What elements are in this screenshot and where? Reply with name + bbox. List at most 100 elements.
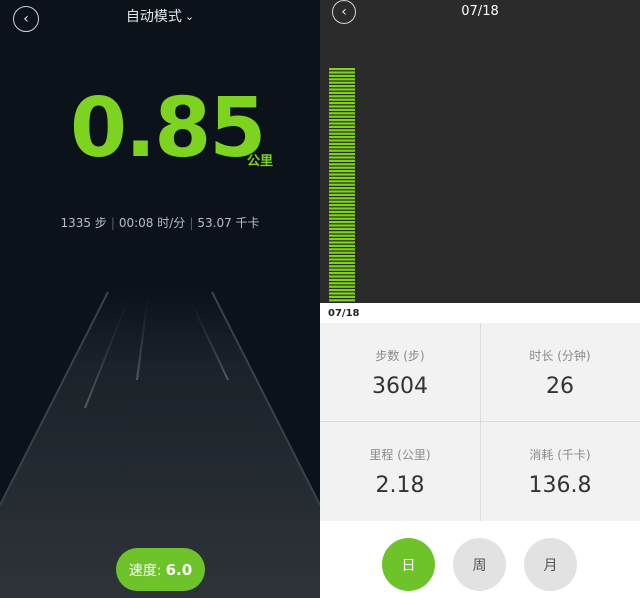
- bar-segment: [329, 227, 355, 230]
- bar-segment: [329, 163, 355, 166]
- bar-segment: [329, 102, 355, 105]
- chart-plot: [329, 68, 355, 302]
- period-day-button[interactable]: 日: [382, 538, 435, 591]
- stat-label: 步数 (步): [375, 349, 425, 363]
- bar-segment: [329, 234, 355, 237]
- bar-segment: [329, 112, 355, 115]
- bar-segment: [329, 221, 355, 224]
- period-selector: 日 周 月: [320, 521, 640, 598]
- bar-segment: [329, 122, 355, 125]
- steps-stat: 1335 步: [60, 216, 107, 230]
- steps-chart: ‹ 07/18: [320, 0, 640, 303]
- grid-divider: [480, 323, 481, 521]
- bar-segment: [329, 258, 355, 261]
- bar-segment: [329, 214, 355, 217]
- period-label: 月: [543, 557, 558, 574]
- bar-segment: [329, 210, 355, 213]
- bar-segment: [329, 105, 355, 108]
- bar-segment: [329, 166, 355, 169]
- bar-segment: [329, 268, 355, 271]
- bar-segment: [329, 91, 355, 94]
- bar-segment: [329, 159, 355, 162]
- stat-cell-calories: 消耗 (千卡) 136.8: [480, 422, 640, 520]
- bar-segment: [329, 125, 355, 128]
- bar-segment: [329, 193, 355, 196]
- speed-button[interactable]: 速度: 6.0: [116, 548, 205, 591]
- stat-value: 2.18: [375, 473, 425, 498]
- bar-segment: [329, 85, 355, 88]
- chevron-down-icon: ⌄: [184, 10, 195, 23]
- bar-segment: [329, 299, 355, 302]
- bar-segment: [329, 95, 355, 98]
- stat-label: 消耗 (千卡): [529, 448, 591, 462]
- bar-segment: [329, 285, 355, 288]
- bar-segment: [329, 139, 355, 142]
- bar-segment: [329, 241, 355, 244]
- bar-segment: [329, 119, 355, 122]
- stat-value: 26: [546, 374, 574, 399]
- distance-value: 0.85: [70, 81, 266, 176]
- distance-unit: 公里: [247, 154, 274, 169]
- bar-segment: [329, 197, 355, 200]
- stat-label: 里程 (公里): [369, 448, 431, 462]
- bar-segment: [329, 153, 355, 156]
- bar-segment: [329, 115, 355, 118]
- mode-selector[interactable]: 自动模式 ⌄: [0, 6, 320, 26]
- stat-separator: |: [110, 216, 115, 230]
- live-run-panel: ‹ 自动模式 ⌄ 0.85 公里 1335 步 | 00:08 时/分 | 53.07 千…: [0, 0, 320, 598]
- bar-segment: [329, 231, 355, 234]
- bar-segment: [329, 204, 355, 207]
- bar-segment: [329, 251, 355, 254]
- selected-date-label: 07/18: [328, 308, 360, 319]
- app-screen: ‹ 自动模式 ⌄ 0.85 公里 1335 步 | 00:08 时/分 | 53.07 千…: [0, 0, 640, 598]
- speed-label: 速度:: [128, 562, 162, 579]
- bar-segment: [329, 275, 355, 278]
- bar-segment: [329, 261, 355, 264]
- bar-segment: [329, 255, 355, 258]
- bar-segment: [329, 207, 355, 210]
- stat-cell-steps: 步数 (步) 3604: [320, 323, 480, 421]
- bar-segment: [329, 292, 355, 295]
- stat-value: 3604: [372, 374, 428, 399]
- bar-segment: [329, 224, 355, 227]
- bar-segment: [329, 272, 355, 275]
- bar-segment: [329, 289, 355, 292]
- bar-segment: [329, 78, 355, 81]
- stat-cell-distance: 里程 (公里) 2.18: [320, 422, 480, 520]
- bar-segment: [329, 180, 355, 183]
- summary-grid: 步数 (步) 3604 时长 (分钟) 26 里程 (公里) 2.18 消耗 (…: [320, 323, 640, 521]
- bar-segment: [329, 217, 355, 220]
- daily-summary-panel: ‹ 07/18 07/18 步数 (步) 3604 时长 (分钟) 26 里程 …: [320, 0, 640, 598]
- bar-segment: [329, 132, 355, 135]
- bar-segment: [329, 173, 355, 176]
- calories-stat: 53.07 千卡: [197, 216, 260, 230]
- bar-segment: [329, 108, 355, 111]
- bar-segment: [329, 71, 355, 74]
- period-month-button[interactable]: 月: [524, 538, 577, 591]
- bar-segment: [329, 282, 355, 285]
- bar-segment: [329, 248, 355, 251]
- bar-segment: [329, 176, 355, 179]
- bar-segment: [329, 238, 355, 241]
- stat-cell-duration: 时长 (分钟) 26: [480, 323, 640, 421]
- period-label: 日: [401, 557, 416, 574]
- step-bar: [329, 68, 355, 302]
- bar-segment: [329, 142, 355, 145]
- bar-segment: [329, 146, 355, 149]
- bar-segment: [329, 170, 355, 173]
- bar-segment: [329, 136, 355, 139]
- period-week-button[interactable]: 周: [453, 538, 506, 591]
- mode-label: 自动模式: [125, 9, 182, 25]
- bar-segment: [329, 98, 355, 101]
- stat-separator: |: [189, 216, 194, 230]
- bar-segment: [329, 244, 355, 247]
- speed-value: 6.0: [165, 560, 193, 579]
- bar-segment: [329, 81, 355, 84]
- bar-segment: [329, 190, 355, 193]
- bar-segment: [329, 74, 355, 77]
- bar-segment: [329, 149, 355, 152]
- bar-segment: [329, 278, 355, 281]
- period-label: 周: [472, 557, 487, 574]
- bar-segment: [329, 265, 355, 268]
- bar-segment: [329, 88, 355, 91]
